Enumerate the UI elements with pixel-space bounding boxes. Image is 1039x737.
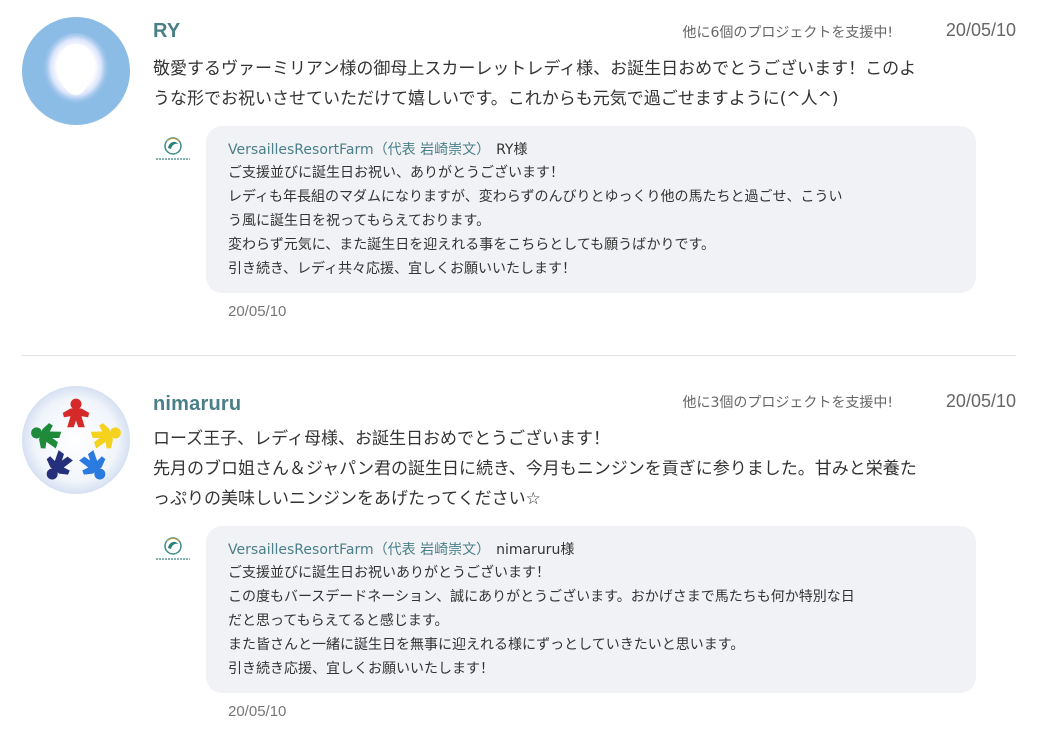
reply-line: ご支援並びに誕生日お祝い、ありがとうございます！ <box>228 165 564 181</box>
reply-line: レディも年長組のマダムになりますが、変わらずのんびりとゆっくり他の馬たちと過ごせ… <box>228 189 843 205</box>
reply-date: 20/05/10 <box>228 703 287 720</box>
farm-logo-avatar[interactable] <box>152 531 194 573</box>
reply-line: また皆さんと一緒に誕生日を無事に迎えれる様にずっとしていきたいと思います。 <box>228 637 745 653</box>
comment-date: 20/05/10 <box>945 20 1016 40</box>
reply-line: だと思ってもらえてると感じます。 <box>228 613 449 629</box>
reply-box: VersaillesResortFarm（代表 岩崎崇文） nimaruru様 ご… <box>206 526 976 693</box>
reply-body: ご支援並びに誕生日お祝い、ありがとうございます！ レディも年長組のマダムになりま… <box>228 161 954 281</box>
reply-recipient: RY様 <box>496 142 528 158</box>
comment-line: っぷりの美味しいニンジンをあげたってください☆ <box>153 489 541 509</box>
username[interactable]: RY <box>153 20 180 43</box>
reply-line: ご支援並びに誕生日お祝いありがとうございます！ <box>228 565 550 581</box>
reply-author-link[interactable]: VersaillesResortFarm（代表 岩崎崇文） <box>228 542 490 558</box>
meeple-circle-icon <box>22 386 130 494</box>
reply-box: VersaillesResortFarm（代表 岩崎崇文） RY様 ご支援並びに誕… <box>206 126 976 293</box>
reply-recipient: nimaruru様 <box>496 542 575 558</box>
comment-line: 敬愛するヴァーミリアン様の御母上スカーレットレディ様、お誕生日おめでとうございま… <box>153 59 917 79</box>
reply-line: 引き続き応援、宜しくお願いいたします！ <box>228 661 494 677</box>
comment-date: 20/05/10 <box>945 391 1016 411</box>
reply-line: 変わらず元気に、また誕生日を迎えれる事をこちらとしても願うばかりです。 <box>228 237 716 253</box>
comment-divider <box>22 355 1016 356</box>
comment-body: 敬愛するヴァーミリアン様の御母上スカーレットレディ様、お誕生日おめでとうございま… <box>153 54 1013 114</box>
reply-header: VersaillesResortFarm（代表 岩崎崇文） nimaruru様 <box>228 539 954 561</box>
user-avatar[interactable] <box>22 17 130 125</box>
support-count-note[interactable]: 他に3個のプロジェクトを支援中! <box>682 392 893 412</box>
reply-body: ご支援並びに誕生日お祝いありがとうございます！ この度もバースデードネーション、… <box>228 561 954 681</box>
reply-line: 引き続き、レディ共々応援、宜しくお願いいたします！ <box>228 261 577 277</box>
reply-date: 20/05/10 <box>228 303 287 320</box>
versailles-resort-farm-logo <box>156 537 190 560</box>
comment-body: ローズ王子、レディ母様、お誕生日おめでとうございます！ 先月のブロ姐さん＆ジャパ… <box>153 424 1013 514</box>
support-count-note[interactable]: 他に6個のプロジェクトを支援中! <box>682 22 893 42</box>
user-avatar[interactable] <box>22 386 130 494</box>
comment-line: うな形でお祝いさせていただけて嬉しいです。これからも元気で過ごせますように(^人… <box>153 89 839 109</box>
blob-avatar-icon <box>22 17 130 125</box>
username[interactable]: nimaruru <box>153 393 241 416</box>
reply-line: う風に誕生日を祝ってもらえております。 <box>228 213 491 229</box>
versailles-resort-farm-logo <box>154 137 192 161</box>
reply-header: VersaillesResortFarm（代表 岩崎崇文） RY様 <box>228 139 954 161</box>
comment-line: 先月のブロ姐さん＆ジャパン君の誕生日に続き、今月もニンジンを貢ぎに参りました。甘… <box>153 459 917 479</box>
reply-line: この度もバースデードネーション、誠にありがとうございます。おかげさまで馬たちも何… <box>228 589 855 605</box>
reply-author-link[interactable]: VersaillesResortFarm（代表 岩崎崇文） <box>228 142 490 158</box>
comment-line: ローズ王子、レディ母様、お誕生日おめでとうございます！ <box>153 429 610 449</box>
farm-logo-avatar[interactable] <box>152 131 194 173</box>
